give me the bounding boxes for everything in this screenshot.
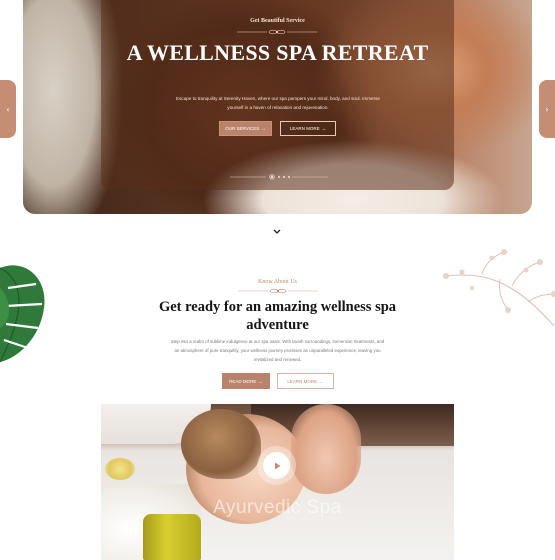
arrow-right-icon: →: [258, 378, 263, 384]
video-watermark: Ayurvedic Spa: [213, 497, 342, 518]
arrow-right-icon: →: [261, 126, 266, 131]
our-services-button[interactable]: OUR SERVICES →: [219, 121, 272, 136]
prev-slide-button[interactable]: ‹: [0, 80, 16, 138]
slider-pagination[interactable]: [230, 174, 328, 180]
hero-learn-more-label: LEARN MORE: [289, 126, 320, 131]
spa-video-thumbnail[interactable]: [101, 404, 454, 560]
read-more-label: READ MORE: [229, 378, 257, 384]
play-icon: [274, 462, 280, 469]
arrow-right-icon: →: [319, 378, 324, 384]
about-learn-more-button[interactable]: LEARN MORE →: [277, 373, 334, 389]
slider-dot: [282, 175, 286, 179]
video-woman-hair: [181, 409, 261, 479]
hero-slider: Get Beautiful Service A WELLNESS SPA RET…: [23, 0, 532, 214]
monstera-leaf-decoration: [0, 265, 45, 363]
video-flower: [105, 458, 135, 480]
hero-subtitle: Escape to tranquility at Serenity Haven,…: [176, 96, 380, 110]
read-more-button[interactable]: READ MORE →: [222, 373, 270, 389]
about-description: Step into a realm of sublime indulgence …: [170, 339, 385, 362]
arrow-right-icon: →: [321, 126, 327, 131]
chevron-left-icon: ‹: [6, 104, 10, 114]
hero-learn-more-button[interactable]: LEARN MORE →: [280, 121, 336, 136]
branch-decoration: [443, 249, 555, 327]
chevron-down-icon[interactable]: [272, 228, 282, 236]
video-candle-jar: [143, 514, 201, 560]
slider-dot: [277, 175, 281, 179]
about-divider-ornament: [238, 288, 318, 294]
hero-kicker: Get Beautiful Service: [250, 18, 305, 24]
video-therapist-hand: [291, 404, 361, 494]
our-services-label: OUR SERVICES: [225, 126, 260, 131]
hero-title: A WELLNESS SPA RETREAT: [126, 40, 429, 65]
about-kicker: Know About Us: [257, 279, 297, 285]
about-learn-more-label: LEARN MORE: [287, 378, 318, 384]
play-video-button[interactable]: [263, 452, 290, 479]
next-slide-button[interactable]: ›: [539, 80, 555, 138]
chevron-right-icon: ›: [545, 104, 549, 114]
slider-dot: [287, 175, 291, 179]
hero-divider-ornament: [237, 29, 317, 35]
about-title: Get ready for an amazing wellness spa ad…: [158, 299, 397, 333]
